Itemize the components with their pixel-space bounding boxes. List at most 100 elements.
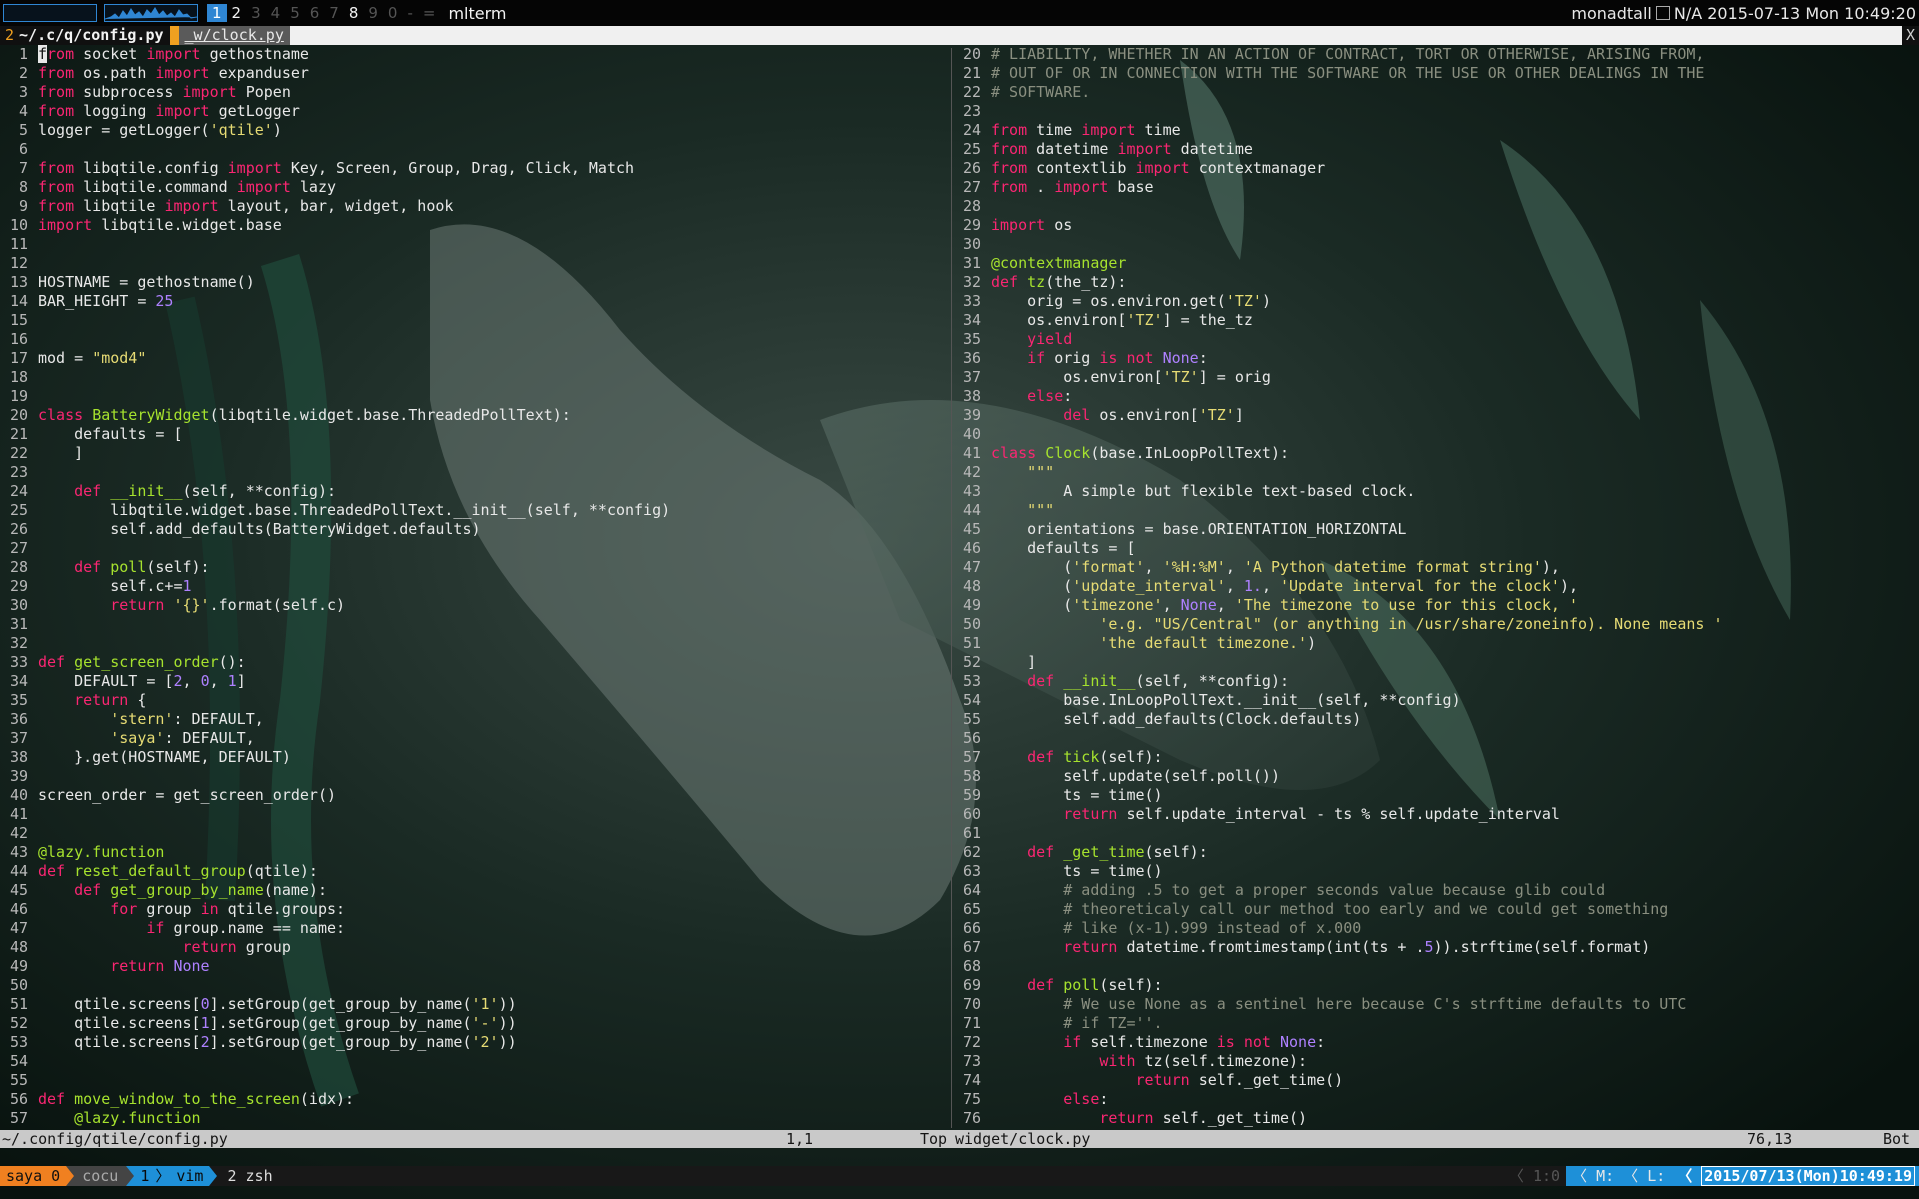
group--[interactable]: - [402, 4, 417, 22]
group-3[interactable]: 3 [246, 4, 266, 22]
code-line[interactable]: 20 class BatteryWidget(libqtile.widget.ba… [0, 406, 948, 425]
code-line[interactable]: 39 del os.environ['TZ'] [955, 406, 1919, 425]
code-line[interactable]: 55 self.add_defaults(Clock.defaults) [955, 710, 1919, 729]
code-line[interactable]: 2 from os.path import expanduser [0, 64, 948, 83]
code-line[interactable]: 18 [0, 368, 948, 387]
vertical-split-divider[interactable] [948, 45, 955, 1130]
code-line[interactable]: 27 [0, 539, 948, 558]
code-line[interactable]: 40 screen_order = get_screen_order() [0, 786, 948, 805]
code-line[interactable]: 31 @contextmanager [955, 254, 1919, 273]
code-line[interactable]: 22 ] [0, 444, 948, 463]
code-line[interactable]: 8 from libqtile.command import lazy [0, 178, 948, 197]
code-line[interactable]: 34 os.environ['TZ'] = the_tz [955, 311, 1919, 330]
code-line[interactable]: 33 orig = os.environ.get('TZ') [955, 292, 1919, 311]
code-line[interactable]: 56 def move_window_to_the_screen(idx): [0, 1090, 948, 1109]
code-line[interactable]: 60 return self.update_interval - ts % se… [955, 805, 1919, 824]
code-line[interactable]: 13 HOSTNAME = gethostname() [0, 273, 948, 292]
left-editor-pane[interactable]: 1 from socket import gethostname 2 from os.… [0, 45, 948, 1130]
code-line[interactable]: 45 def get_group_by_name(name): [0, 881, 948, 900]
code-line[interactable]: 26 self.add_defaults(BatteryWidget.defau… [0, 520, 948, 539]
code-line[interactable]: 41 class Clock(base.InLoopPollText): [955, 444, 1919, 463]
code-line[interactable]: 29 import os [955, 216, 1919, 235]
code-line[interactable]: 21 # OUT OF OR IN CONNECTION WITH THE SOF… [955, 64, 1919, 83]
code-line[interactable]: 24 from time import time [955, 121, 1919, 140]
code-line[interactable]: 26 from contextlib import contextmanager [955, 159, 1919, 178]
code-line[interactable]: 35 yield [955, 330, 1919, 349]
code-line[interactable]: 52 ] [955, 653, 1919, 672]
code-line[interactable]: 41 [0, 805, 948, 824]
code-line[interactable]: 76 return self._get_time() [955, 1109, 1919, 1128]
code-line[interactable]: 51 qtile.screens[0].setGroup(get_group_b… [0, 995, 948, 1014]
code-line[interactable]: 35 return { [0, 691, 948, 710]
code-line[interactable]: 69 def poll(self): [955, 976, 1919, 995]
code-line[interactable]: 23 [955, 102, 1919, 121]
code-line[interactable]: 4 from logging import getLogger [0, 102, 948, 121]
code-line[interactable]: 16 [0, 330, 948, 349]
group-8[interactable]: 8 [344, 4, 364, 22]
code-line[interactable]: 47 if group.name == name: [0, 919, 948, 938]
code-line[interactable]: 42 """ [955, 463, 1919, 482]
code-line[interactable]: 30 return '{}'.format(self.c) [0, 596, 948, 615]
code-line[interactable]: 15 [0, 311, 948, 330]
code-line[interactable]: 20 # LIABILITY, WHETHER IN AN ACTION OF C… [955, 45, 1919, 64]
code-line[interactable]: 55 [0, 1071, 948, 1090]
code-line[interactable]: 28 def poll(self): [0, 558, 948, 577]
code-line[interactable]: 27 from . import base [955, 178, 1919, 197]
code-line[interactable]: 24 def __init__(self, **config): [0, 482, 948, 501]
code-line[interactable]: 50 'e.g. "US/Central" (or anything in /u… [955, 615, 1919, 634]
code-line[interactable]: 58 self.update(self.poll()) [955, 767, 1919, 786]
code-line[interactable]: 7 from libqtile.config import Key, Screen… [0, 159, 948, 178]
code-line[interactable]: 34 DEFAULT = [2, 0, 1] [0, 672, 948, 691]
code-line[interactable]: 12 [0, 254, 948, 273]
code-line[interactable]: 17 mod = "mod4" [0, 349, 948, 368]
code-line[interactable]: 43 A simple but flexible text-based cloc… [955, 482, 1919, 501]
code-line[interactable]: 30 [955, 235, 1919, 254]
code-line[interactable]: 74 return self._get_time() [955, 1071, 1919, 1090]
code-line[interactable]: 73 with tz(self.timezone): [955, 1052, 1919, 1071]
code-line[interactable]: 6 [0, 140, 948, 159]
code-line[interactable]: 21 defaults = [ [0, 425, 948, 444]
group-7[interactable]: 7 [324, 4, 344, 22]
code-line[interactable]: 22 # SOFTWARE. [955, 83, 1919, 102]
code-line[interactable]: 51 'the default timezone.') [955, 634, 1919, 653]
code-line[interactable]: 63 ts = time() [955, 862, 1919, 881]
code-line[interactable]: 25 from datetime import datetime [955, 140, 1919, 159]
code-line[interactable]: 54 base.InLoopPollText.__init__(self, **… [955, 691, 1919, 710]
code-line[interactable]: 50 [0, 976, 948, 995]
code-line[interactable]: 75 else: [955, 1090, 1919, 1109]
group-2[interactable]: 2 [227, 4, 247, 22]
code-line[interactable]: 32 def tz(the_tz): [955, 273, 1919, 292]
right-editor-pane[interactable]: 20 # LIABILITY, WHETHER IN AN ACTION OF C… [955, 45, 1919, 1130]
code-line[interactable]: 40 [955, 425, 1919, 444]
tab-other[interactable]: _w/clock.py [178, 26, 290, 45]
code-line[interactable]: 46 defaults = [ [955, 539, 1919, 558]
code-line[interactable]: 52 qtile.screens[1].setGroup(get_group_b… [0, 1014, 948, 1033]
code-line[interactable]: 46 for group in qtile.groups: [0, 900, 948, 919]
code-line[interactable]: 56 [955, 729, 1919, 748]
code-line[interactable]: 49 ('timezone', None, 'The timezone to u… [955, 596, 1919, 615]
code-line[interactable]: 36 if orig is not None: [955, 349, 1919, 368]
code-line[interactable]: 72 if self.timezone is not None: [955, 1033, 1919, 1052]
code-line[interactable]: 37 os.environ['TZ'] = orig [955, 368, 1919, 387]
code-line[interactable]: 38 }.get(HOSTNAME, DEFAULT) [0, 748, 948, 767]
code-line[interactable]: 49 return None [0, 957, 948, 976]
group-4[interactable]: 4 [266, 4, 286, 22]
code-line[interactable]: 1 from socket import gethostname [0, 45, 948, 64]
code-line[interactable]: 14 BAR_HEIGHT = 25 [0, 292, 948, 311]
code-line[interactable]: 54 [0, 1052, 948, 1071]
code-line[interactable]: 31 [0, 615, 948, 634]
code-line[interactable]: 62 def _get_time(self): [955, 843, 1919, 862]
code-line[interactable]: 39 [0, 767, 948, 786]
code-line[interactable]: 45 orientations = base.ORIENTATION_HORIZ… [955, 520, 1919, 539]
code-line[interactable]: 25 libqtile.widget.base.ThreadedPollText… [0, 501, 948, 520]
tab-current[interactable]: ~/.c/q/config.py [19, 26, 170, 45]
code-line[interactable]: 47 ('format', '%H:%M', 'A Python datetim… [955, 558, 1919, 577]
code-line[interactable]: 61 [955, 824, 1919, 843]
tab-close-button[interactable]: X [1901, 26, 1919, 45]
code-line[interactable]: 33 def get_screen_order(): [0, 653, 948, 672]
tmux-session[interactable]: saya 0 [0, 1166, 67, 1186]
group-=[interactable]: = [418, 4, 441, 22]
group-6[interactable]: 6 [305, 4, 325, 22]
code-line[interactable]: 64 # adding .5 to get a proper seconds v… [955, 881, 1919, 900]
code-line[interactable]: 10 import libqtile.widget.base [0, 216, 948, 235]
